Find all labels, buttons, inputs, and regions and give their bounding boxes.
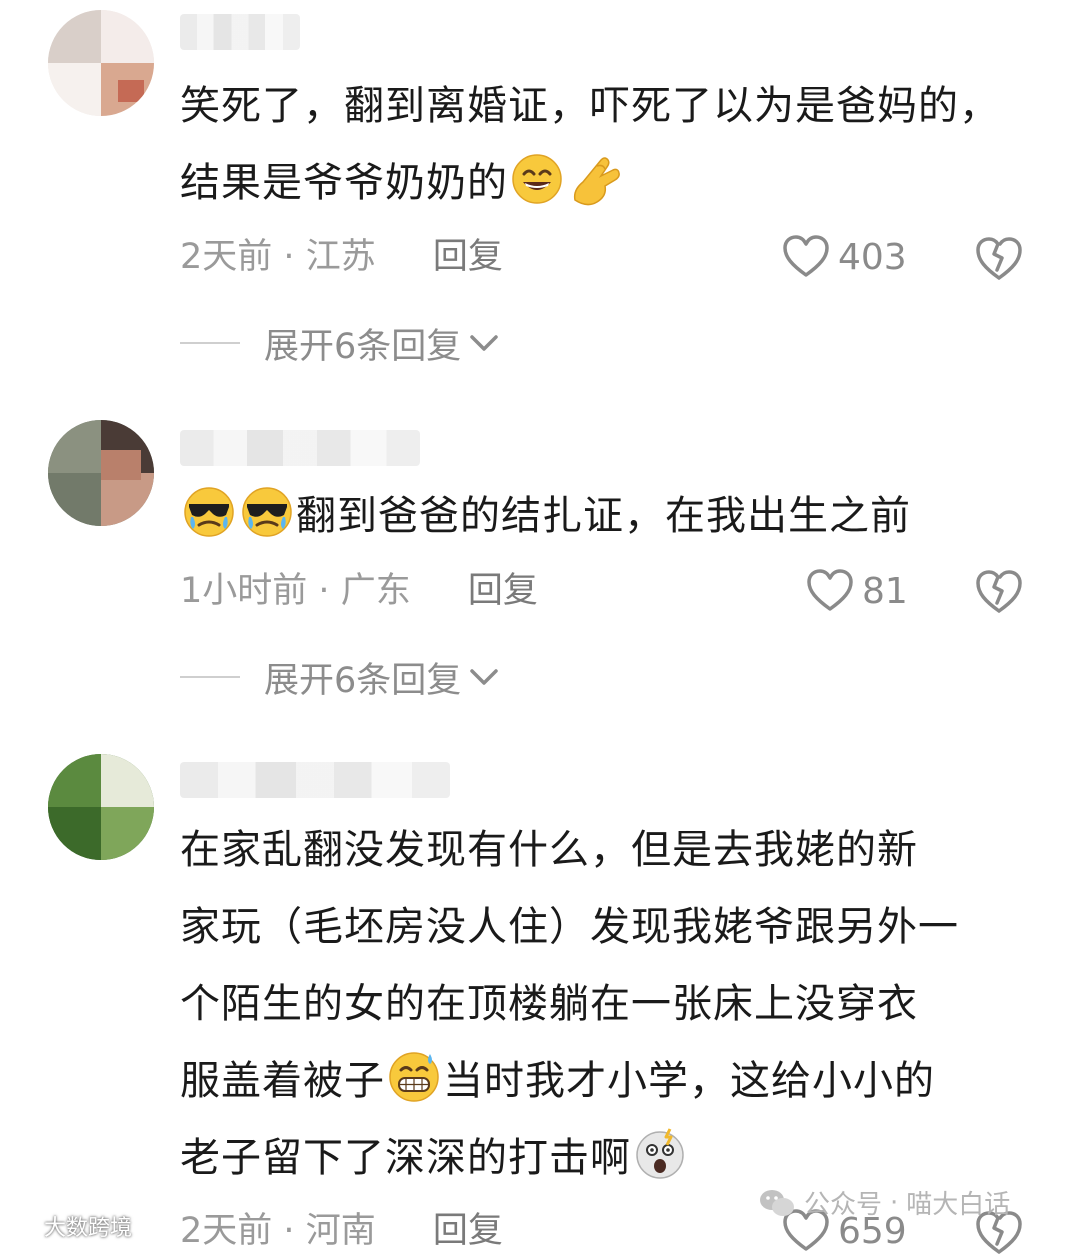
- comment-text: 笑死了，翻到离婚证，吓死了以为是爸妈的， 结果是爷爷奶奶的: [180, 68, 1040, 222]
- watermark-right: 公众号 · 喵大白话: [758, 1184, 1010, 1221]
- username-blurred[interactable]: [180, 430, 420, 466]
- grinning-sweat-face-icon: [512, 154, 562, 204]
- comment-location: 江苏: [305, 237, 376, 277]
- comment-meta: 1小时前 · 广东 回复: [180, 566, 538, 616]
- chevron-down-icon: [470, 669, 499, 685]
- shocked-face-icon: [636, 1128, 684, 1179]
- sunglasses-tears-face-icon: [184, 487, 234, 537]
- expand-replies-label: 展开6条回复: [264, 326, 462, 367]
- expand-divider: [180, 342, 240, 344]
- comment-location: 河南: [305, 1211, 376, 1251]
- expand-divider: [180, 676, 240, 678]
- broken-heart-icon[interactable]: [974, 234, 1024, 284]
- comment-text-line: 服盖着被子: [180, 1058, 385, 1104]
- wechat-icon: [760, 1189, 794, 1216]
- username-blurred[interactable]: [180, 762, 450, 798]
- comment-text-line: 在家乱翻没发现有什么，但是去我姥的新: [180, 827, 918, 873]
- comment-text-line: 翻到爸爸的结扎证，在我出生之前: [296, 493, 911, 539]
- watermark-right-prefix: 公众号: [804, 1190, 883, 1220]
- chevron-down-icon: [470, 335, 499, 351]
- username-blurred[interactable]: [180, 14, 300, 50]
- avatar[interactable]: [48, 420, 154, 526]
- expand-replies-button[interactable]: 展开6条回复: [180, 318, 499, 368]
- comment-text-line: 结果是爷爷奶奶的: [180, 160, 508, 206]
- like-button[interactable]: 81: [806, 566, 908, 616]
- expand-replies-label: 展开6条回复: [264, 660, 462, 701]
- comment-time: 1小时前: [180, 571, 308, 611]
- comment-text: 翻到爸爸的结扎证，在我出生之前: [180, 478, 1040, 555]
- avatar[interactable]: [48, 10, 154, 116]
- comment-time: 2天前: [180, 1211, 273, 1251]
- reply-button[interactable]: 回复: [433, 1211, 503, 1251]
- pinched-fingers-hand-icon: [573, 157, 620, 206]
- expand-replies-button[interactable]: 展开6条回复: [180, 652, 499, 702]
- reply-button[interactable]: 回复: [433, 237, 503, 277]
- comment-text: 在家乱翻没发现有什么，但是去我姥的新 家玩（毛坯房没人住）发现我姥爷跟另外一 个…: [180, 812, 1040, 1197]
- like-count: 81: [862, 570, 908, 612]
- heart-icon: [807, 569, 853, 611]
- comment-text-line: 当时我才小学，这给小小的: [443, 1058, 935, 1104]
- like-button[interactable]: 403: [782, 232, 907, 282]
- comment-text-line: 老子留下了深深的打击啊: [180, 1135, 631, 1181]
- heart-icon: [783, 235, 829, 277]
- comment-meta: 2天前 · 江苏 回复: [180, 232, 503, 282]
- reply-button[interactable]: 回复: [468, 571, 538, 611]
- comment-meta: 2天前 · 河南 回复: [180, 1206, 503, 1256]
- like-count: 403: [838, 236, 907, 278]
- broken-heart-icon[interactable]: [974, 567, 1024, 617]
- grimacing-sweat-face-icon: [389, 1052, 439, 1102]
- comment-location: 广东: [340, 571, 411, 611]
- sunglasses-tears-face-icon: [242, 487, 292, 537]
- avatar[interactable]: [48, 754, 154, 860]
- separator: ·: [890, 1187, 899, 1218]
- comment-text-line: 笑死了，翻到离婚证，吓死了以为是爸妈的，: [180, 83, 1000, 129]
- separator: ·: [283, 237, 295, 277]
- watermark-left-text: 大数跨境: [44, 1216, 133, 1241]
- comment-text-line: 家玩（毛坯房没人住）发现我姥爷跟另外一: [180, 904, 959, 950]
- comment-time: 2天前: [180, 237, 273, 277]
- watermark-left: 大数跨境: [6, 1210, 132, 1242]
- link-logo-icon: [7, 1216, 39, 1236]
- separator: ·: [283, 1211, 295, 1251]
- separator: ·: [318, 571, 330, 611]
- comment-text-line: 个陌生的女的在顶楼躺在一张床上没穿衣: [180, 981, 918, 1027]
- watermark-right-name: 喵大白话: [906, 1190, 1011, 1220]
